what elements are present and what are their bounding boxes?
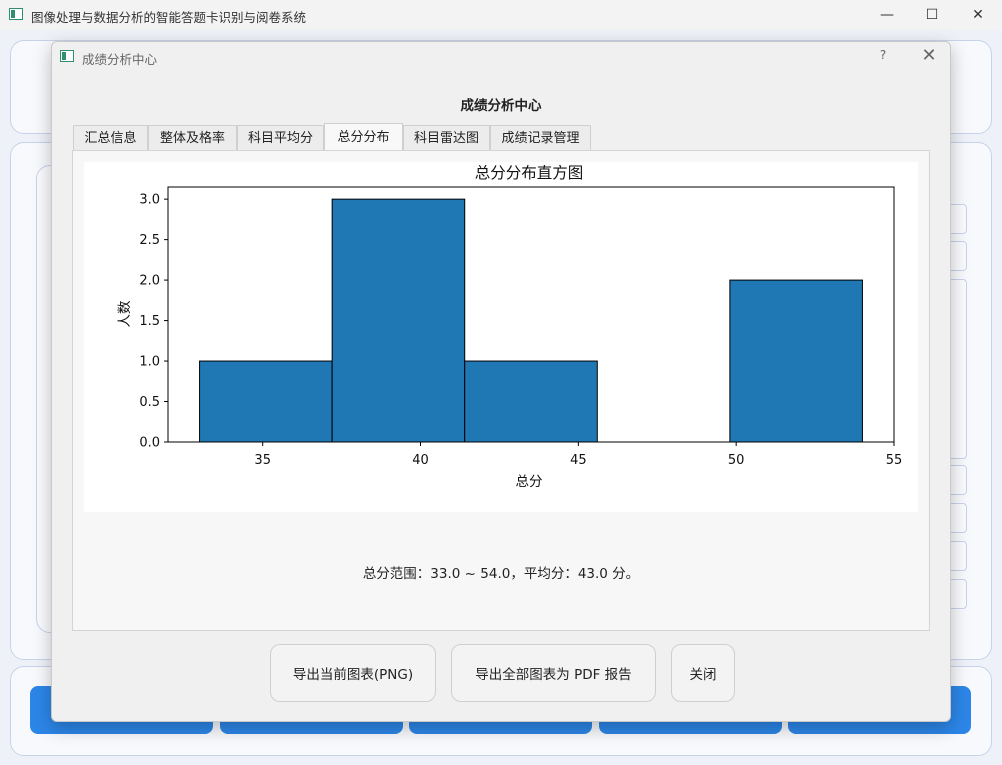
analysis-dialog: 成绩分析中心 ? ✕ 成绩分析中心 汇总信息 整体及格率 科目平均分 总分分布 … bbox=[51, 41, 951, 722]
x-tick-label: 55 bbox=[886, 453, 903, 468]
dialog-title: 成绩分析中心 bbox=[82, 52, 158, 67]
tab-record-management[interactable]: 成绩记录管理 bbox=[490, 125, 591, 151]
x-axis-label: 总分 bbox=[516, 474, 543, 490]
export-pdf-button[interactable]: 导出全部图表为 PDF 报告 bbox=[451, 644, 656, 702]
close-window-button[interactable]: ✕ bbox=[955, 0, 1001, 30]
y-axis-label: 人数 bbox=[117, 300, 133, 327]
dialog-app-icon bbox=[60, 50, 74, 62]
tab-subject-radar[interactable]: 科目雷达图 bbox=[403, 125, 490, 151]
maximize-button[interactable]: ☐ bbox=[909, 0, 955, 30]
y-tick-label: 2.5 bbox=[139, 233, 160, 248]
x-tick-label: 35 bbox=[254, 453, 271, 468]
y-tick-label: 0.5 bbox=[139, 395, 160, 410]
histogram-bar bbox=[464, 360, 598, 443]
histogram-chart: 总分分布直方图 35 40 45 50 55 0.0 0.5 1.0 1.5 2.0 2.5 3.0… bbox=[117, 164, 903, 490]
x-tick-label: 50 bbox=[728, 453, 745, 468]
tab-summary[interactable]: 汇总信息 bbox=[73, 125, 148, 151]
y-tick-label: 1.5 bbox=[139, 314, 160, 329]
dialog-titlebar: 成绩分析中心 ? ✕ bbox=[52, 42, 950, 72]
histogram-bar bbox=[331, 198, 466, 443]
y-tick-label: 3.0 bbox=[139, 193, 160, 208]
main-titlebar: 图像处理与数据分析的智能答题卡识别与阅卷系统 — ☐ ✕ bbox=[0, 0, 1002, 30]
chart-area: 总分分布直方图 35 40 45 50 55 0.0 0.5 1.0 1.5 2.0 2.5 3.0… bbox=[84, 162, 918, 512]
y-tick-label: 0.0 bbox=[139, 436, 160, 451]
close-button[interactable]: 关闭 bbox=[671, 644, 735, 702]
histogram-bar bbox=[729, 279, 863, 443]
x-tick-label: 45 bbox=[570, 453, 587, 468]
tab-subject-average[interactable]: 科目平均分 bbox=[237, 125, 324, 151]
tab-total-distribution[interactable]: 总分分布 bbox=[324, 123, 403, 151]
summary-text: 总分范围：33.0 ~ 54.0，平均分：43.0 分。 bbox=[362, 566, 640, 582]
main-window-title: 图像处理与数据分析的智能答题卡识别与阅卷系统 bbox=[31, 10, 307, 25]
chart-title: 总分分布直方图 bbox=[475, 164, 584, 182]
export-png-button[interactable]: 导出当前图表(PNG) bbox=[270, 644, 436, 702]
histogram-bar bbox=[199, 360, 333, 443]
y-tick-label: 1.0 bbox=[139, 355, 160, 370]
app-icon bbox=[9, 8, 23, 20]
tab-panel: 总分分布直方图 35 40 45 50 55 0.0 0.5 1.0 1.5 2.0 2.5 3.0… bbox=[72, 150, 930, 631]
dialog-heading: 成绩分析中心 bbox=[460, 98, 542, 114]
tab-pass-rate[interactable]: 整体及格率 bbox=[148, 125, 237, 151]
x-tick-label: 40 bbox=[412, 453, 429, 468]
minimize-button[interactable]: — bbox=[864, 0, 910, 30]
y-tick-label: 2.0 bbox=[139, 274, 160, 289]
help-button[interactable]: ? bbox=[872, 48, 894, 62]
dialog-close-icon[interactable]: ✕ bbox=[916, 45, 942, 66]
